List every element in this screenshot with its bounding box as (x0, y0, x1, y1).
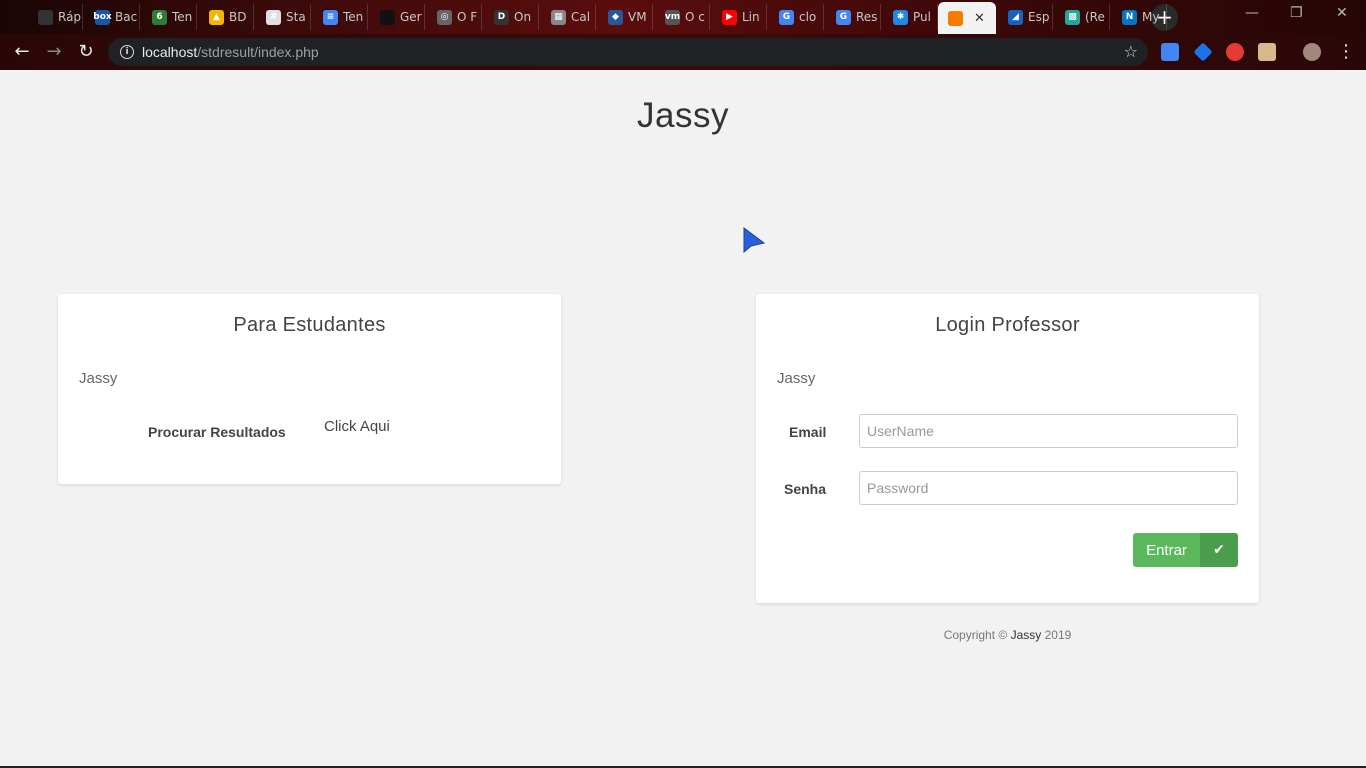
browser-toolbar: ← → ↻ i localhost/stdresult/index.php ☆ … (0, 34, 1366, 70)
browser-tab[interactable]: # Sta (256, 4, 311, 30)
browser-tab-active[interactable]: ✕ (938, 2, 996, 34)
student-card-subtitle: Jassy (79, 370, 118, 387)
browser-tab[interactable]: D On (484, 4, 539, 30)
login-submit-button[interactable]: Entrar ✔ (1133, 533, 1238, 567)
browser-tab[interactable]: 6 Ten (142, 4, 197, 30)
browser-tab[interactable]: ◎ O F (427, 4, 482, 30)
url-text: localhost/stdresult/index.php (142, 44, 319, 60)
tab-label: Cal (571, 10, 591, 24)
tab-label: clo (799, 10, 817, 24)
click-here-link[interactable]: Click Aqui (324, 418, 390, 435)
browser-tab[interactable]: box Bac (85, 4, 140, 30)
profile-avatar[interactable] (1303, 43, 1321, 61)
tab-favicon-icon: ≡ (323, 9, 338, 25)
tab-favicon-icon (948, 10, 963, 26)
footer-brand: Jassy (1010, 628, 1042, 642)
tab-favicon-icon: N (1122, 9, 1137, 25)
tab-label: Pul (913, 10, 931, 24)
tab-favicon-icon (380, 9, 395, 25)
student-card-title: Para Estudantes (233, 314, 386, 336)
browser-tab[interactable]: ▶ Lin (712, 4, 767, 30)
tab-favicon-icon: vm (665, 9, 680, 25)
email-field[interactable] (859, 414, 1238, 448)
tab-favicon-icon: # (266, 9, 281, 25)
tab-label: O c (685, 10, 705, 24)
tab-favicon-icon: ▶ (722, 9, 737, 25)
tab-label: My (1142, 10, 1160, 24)
footer-copyright: Copyright © Jassy 2019 (756, 628, 1259, 642)
mouse-cursor-icon (743, 227, 766, 254)
tab-favicon-icon (38, 9, 53, 25)
back-icon[interactable]: ← (10, 40, 34, 64)
tab-label: Res (856, 10, 878, 24)
browser-tab[interactable]: ◆ VM (598, 4, 653, 30)
restore-icon[interactable]: ❐ (1290, 5, 1303, 21)
adblock-extension-icon[interactable] (1226, 43, 1244, 61)
address-bar[interactable]: i localhost/stdresult/index.php ☆ (108, 38, 1148, 66)
browser-tab[interactable]: N My (1112, 4, 1167, 30)
tab-label: Esp (1028, 10, 1050, 24)
copyright-text: Copyright © (943, 628, 1008, 642)
reload-icon[interactable]: ↻ (74, 40, 98, 64)
page-title: Jassy (637, 96, 729, 135)
student-card: Para Estudantes Jassy Procurar Resultado… (58, 294, 561, 484)
check-icon: ✔ (1200, 533, 1238, 567)
translate-extension-icon[interactable] (1161, 43, 1179, 61)
password-label: Senha (784, 481, 827, 497)
site-info-icon[interactable]: i (120, 45, 134, 59)
tab-label: (Re (1085, 10, 1105, 24)
tab-favicon-icon: D (494, 9, 509, 25)
tab-label: BD (229, 10, 247, 24)
password-field[interactable] (859, 471, 1238, 505)
tab-favicon-icon: 6 (152, 9, 167, 25)
tab-favicon-icon: G (779, 9, 794, 25)
browser-tab[interactable]: ✱ Pul (883, 4, 938, 30)
browser-tab[interactable]: ≡ Ten (313, 4, 368, 30)
browser-tab[interactable]: G Res (826, 4, 881, 30)
browser-tab[interactable]: ◢ Esp (998, 4, 1053, 30)
browser-tab[interactable]: vm O c (655, 4, 710, 30)
forward-icon[interactable]: → (42, 40, 66, 64)
extension-icon[interactable] (1193, 42, 1213, 62)
tab-label: Lin (742, 10, 760, 24)
close-window-icon[interactable]: ✕ (1336, 5, 1348, 21)
tab-favicon-icon: G (836, 9, 851, 25)
tab-label: Ger (400, 10, 422, 24)
browser-tab[interactable]: Ger (370, 4, 425, 30)
tab-favicon-icon: ▲ (209, 9, 224, 25)
bookmark-star-icon[interactable]: ☆ (1124, 42, 1138, 61)
login-card-title: Login Professor (935, 314, 1080, 336)
tab-favicon-icon: ▦ (551, 9, 566, 25)
tab-favicon-icon: ▩ (1065, 9, 1080, 25)
email-label: Email (789, 424, 827, 440)
tab-favicon-icon: ◢ (1008, 9, 1023, 25)
login-submit-label: Entrar (1146, 541, 1187, 559)
browser-tab[interactable]: ▲ BD (199, 4, 254, 30)
tab-label: Ráp (58, 10, 82, 24)
tab-favicon-icon: ✱ (893, 9, 908, 25)
tab-favicon-icon: ◆ (608, 9, 623, 25)
search-results-label: Procurar Resultados (148, 424, 286, 440)
login-card-subtitle: Jassy (777, 370, 816, 387)
tab-close-icon[interactable]: ✕ (974, 11, 985, 26)
browser-tabstrip: + — ❐ ✕ Ráp box Bac 6 Ten ▲ BD # Sta ≡ Ten Ger ◎ O FD… (0, 0, 1366, 34)
tab-label: VM (628, 10, 647, 24)
extension-box-icon[interactable] (1258, 43, 1276, 61)
tab-label: Sta (286, 10, 306, 24)
tab-label: Ten (343, 10, 364, 24)
tab-label: On (514, 10, 532, 24)
tab-favicon-icon: box (93, 9, 112, 25)
browser-tab[interactable]: Gclo (769, 4, 824, 30)
browser-tab[interactable]: Ráp (28, 4, 83, 30)
browser-tab[interactable]: ▩ (Re (1055, 4, 1110, 30)
tab-label: O F (457, 10, 478, 24)
tab-label: Ten (172, 10, 193, 24)
tab-label: Bac (115, 10, 138, 24)
menu-kebab-icon[interactable]: ⋮ (1334, 40, 1358, 64)
minimize-icon[interactable]: — (1245, 5, 1259, 21)
browser-tab[interactable]: ▦ Cal (541, 4, 596, 30)
tab-favicon-icon: ◎ (437, 9, 452, 25)
copyright-year: 2019 (1044, 628, 1072, 642)
